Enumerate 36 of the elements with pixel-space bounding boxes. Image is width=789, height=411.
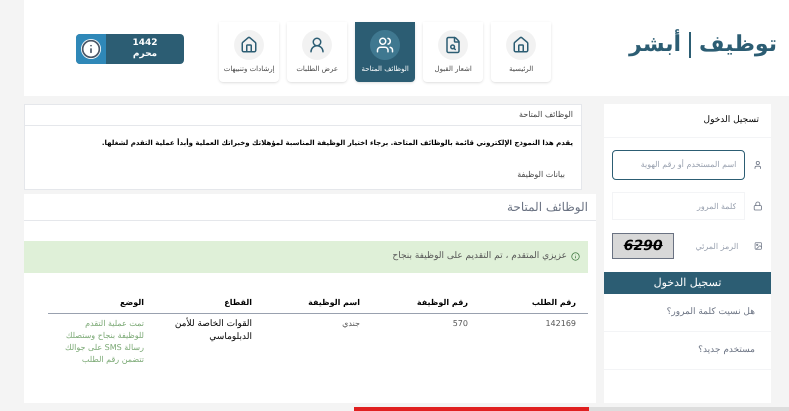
video-progress-fill[interactable]: [354, 407, 589, 411]
logo-text: أبشر: [629, 28, 682, 61]
login-link[interactable]: هل نسيت كلمة المرور؟: [666, 306, 755, 320]
column-header: رقم الوظيفة: [372, 292, 480, 313]
table-cell: تمت عملية التقدم للوظيفة بنجاح وستصلك رسالة SMS على جوالك تتضمن رقم الطلب: [48, 313, 156, 370]
nav-icon: [444, 36, 462, 54]
captcha-image: 6290: [612, 233, 674, 259]
table-cell: القوات الخاصة للأمن الدبلوماسي: [156, 313, 264, 370]
user-icon: [753, 160, 763, 170]
nav-icon: [376, 36, 394, 54]
jobs-title: الوظائف المتاحة: [24, 194, 596, 220]
table-cell: جندي: [264, 313, 372, 370]
table-cell: 570: [372, 313, 480, 370]
login-link[interactable]: مستخدم جديد؟: [698, 344, 755, 358]
lock-icon: [753, 201, 763, 211]
login-button[interactable]: تسجيل الدخول: [604, 272, 771, 294]
column-header: رقم الطلب: [480, 292, 588, 313]
hijri-year: 1442: [132, 38, 158, 49]
column-header: القطاع: [156, 292, 264, 313]
intro-title: الوظائف المتاحة: [25, 105, 581, 126]
login-title: تسجيل الدخول: [604, 104, 771, 138]
info-icon: [81, 39, 101, 59]
nav-icon: [512, 36, 530, 54]
nav-icon: [240, 36, 258, 54]
column-header: اسم الوظيفة: [264, 292, 372, 313]
table-cell: 142169: [480, 313, 588, 370]
column-header: الوضع: [48, 292, 156, 313]
info-icon: [571, 252, 580, 261]
alert-text: عزيزي المتقدم ، تم التقديم على الوظيفة بنجاح: [392, 250, 567, 263]
section-title: بيانات الوظيفة: [516, 168, 566, 181]
logo-text: توظيف: [699, 31, 777, 59]
image-icon: [754, 241, 763, 251]
nav-icon: [308, 36, 326, 54]
hijri-month: محرم: [132, 49, 158, 60]
password-field[interactable]: كلمة المرور: [612, 192, 746, 220]
captcha-field[interactable]: الرمز المرئي: [682, 232, 746, 260]
